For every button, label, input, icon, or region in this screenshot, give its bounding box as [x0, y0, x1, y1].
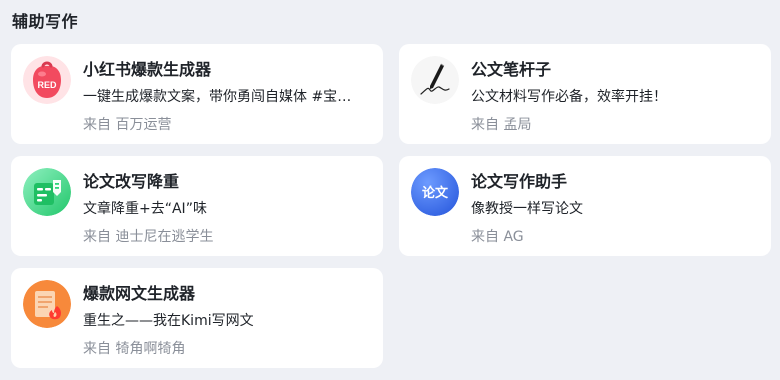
- red-badge-icon: RED: [23, 56, 71, 104]
- pen-signature-icon: [411, 56, 459, 104]
- svg-text:论文: 论文: [422, 185, 449, 201]
- card-author: 来自 百万运营: [83, 117, 172, 133]
- card-description: 重生之——我在Kimi写网文: [83, 313, 254, 329]
- card-description: 文章降重+去“AI”味: [83, 201, 207, 217]
- book-flame-icon: [23, 280, 71, 328]
- assistant-card-wangwen[interactable]: 爆款网文生成器 重生之——我在Kimi写网文 来自 犄角啊犄角: [11, 268, 383, 368]
- assistant-card-lunwen-xiezuo[interactable]: 论文 论文写作助手 像教授一样写论文 来自 AG: [399, 156, 771, 256]
- assistant-card-xiaohongshu[interactable]: RED 小红书爆款生成器 一键生成爆款文案，带你勇闯自媒体 #宝宝们 来自 百万…: [11, 44, 383, 144]
- card-title: 公文笔杆子: [471, 60, 552, 79]
- assistant-card-gongwen[interactable]: 公文笔杆子 公文材料写作必备，效率开挂！ 来自 孟局: [399, 44, 771, 144]
- document-rewrite-icon: [23, 168, 71, 216]
- card-description: 一键生成爆款文案，带你勇闯自媒体 #宝宝们: [83, 89, 365, 105]
- card-title: 爆款网文生成器: [83, 284, 196, 303]
- assistant-card-lunwen-gaixie[interactable]: 论文改写降重 文章降重+去“AI”味 来自 迪士尼在逃学生: [11, 156, 383, 256]
- card-title: 论文改写降重: [83, 172, 180, 191]
- card-author: 来自 迪士尼在逃学生: [83, 229, 214, 245]
- card-author: 来自 孟局: [471, 117, 532, 133]
- card-description: 像教授一样写论文: [471, 201, 583, 217]
- card-description: 公文材料写作必备，效率开挂！: [471, 89, 667, 105]
- svg-text:RED: RED: [37, 80, 57, 90]
- section-title: 辅助写作: [12, 12, 79, 31]
- card-title: 小红书爆款生成器: [83, 60, 212, 79]
- card-author: 来自 犄角啊犄角: [83, 341, 186, 357]
- card-title: 论文写作助手: [471, 172, 568, 191]
- card-author: 来自 AG: [471, 229, 524, 245]
- paper-text-icon: 论文: [411, 168, 459, 216]
